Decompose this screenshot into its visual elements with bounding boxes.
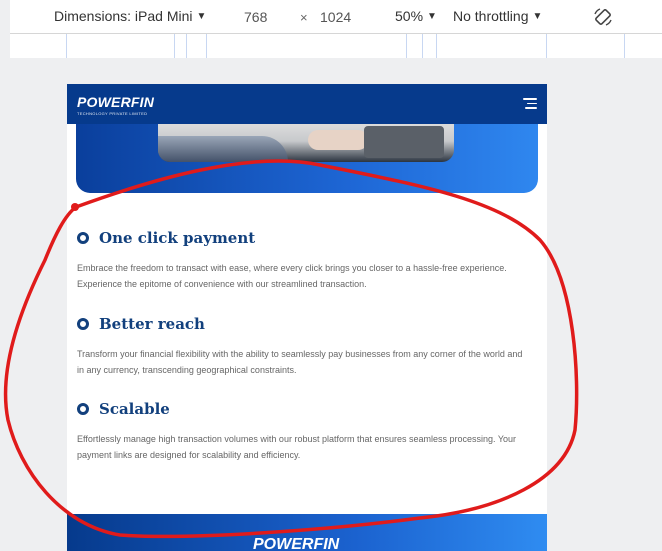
site-logo-subtitle: TECHNOLOGY PRIVATE LIMITED (77, 111, 148, 116)
hamburger-menu-icon[interactable] (523, 98, 537, 109)
feature-item: One click payment Embrace the freedom to… (77, 228, 537, 292)
hero-image (158, 124, 454, 162)
feature-item: Better reach Transform your financial fl… (77, 314, 537, 378)
throttling-label: No throttling (453, 8, 529, 24)
ruler-tick (436, 34, 437, 58)
ruler-tick (422, 34, 423, 58)
bullet-icon (77, 232, 89, 244)
site-footer: POWERFIN (67, 514, 547, 551)
throttling-select[interactable]: No throttling ▼ (453, 8, 542, 24)
height-input[interactable] (320, 9, 360, 25)
caret-down-icon: ▼ (532, 10, 543, 22)
times-separator: × (300, 10, 308, 25)
caret-down-icon: ▼ (427, 10, 437, 22)
ruler-tick (186, 34, 187, 58)
device-dimensions-select[interactable]: Dimensions: iPad Mini ▼ (54, 8, 206, 24)
media-query-ruler[interactable] (10, 34, 662, 58)
device-viewport: POWERFIN TECHNOLOGY PRIVATE LIMITED One … (67, 84, 547, 551)
ruler-tick (406, 34, 407, 58)
feature-title: Better reach (99, 315, 205, 333)
ruler-tick (546, 34, 547, 58)
device-dimensions-label: Dimensions: iPad Mini (54, 8, 193, 24)
feature-description: Embrace the freedom to transact with eas… (77, 263, 507, 289)
site-logo-text: POWERFIN (77, 94, 155, 110)
ruler-tick (206, 34, 207, 58)
zoom-select[interactable]: 50% ▼ (395, 8, 437, 24)
feature-description: Effortlessly manage high transaction vol… (77, 434, 517, 460)
rotate-icon[interactable] (592, 6, 614, 28)
ruler-tick (174, 34, 175, 58)
feature-item: Scalable Effortlessly manage high transa… (77, 399, 537, 463)
ruler-tick (624, 34, 625, 58)
footer-logo[interactable]: POWERFIN (253, 536, 339, 551)
feature-title: One click payment (99, 229, 256, 247)
caret-down-icon: ▼ (196, 10, 207, 22)
bullet-icon (77, 318, 89, 330)
zoom-label: 50% (395, 8, 424, 24)
feature-description: Transform your financial flexibility wit… (77, 349, 523, 375)
site-logo[interactable]: POWERFIN TECHNOLOGY PRIVATE LIMITED (77, 94, 154, 116)
width-input[interactable] (244, 9, 284, 25)
site-navbar: POWERFIN TECHNOLOGY PRIVATE LIMITED (67, 84, 547, 124)
ruler-tick (66, 34, 67, 58)
hero-banner (76, 124, 538, 193)
feature-title: Scalable (99, 400, 170, 418)
device-toolbar: Dimensions: iPad Mini ▼ × 50% ▼ No throt… (10, 0, 662, 34)
bullet-icon (77, 403, 89, 415)
